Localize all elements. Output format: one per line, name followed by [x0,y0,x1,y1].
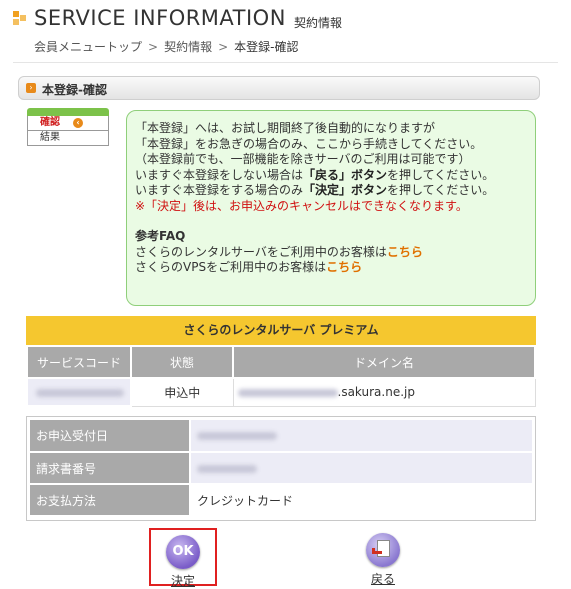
redacted-value [197,432,277,440]
status-cell: 申込中 [130,377,234,407]
faq-line: さくらのレンタルサーバをご利用中のお客様はこちら [135,245,527,261]
breadcrumb-current: 本登録-確認 [234,40,299,54]
info-emphasis: 「決定」ボタン [303,183,388,197]
step-confirm-label: 確認 [40,117,60,128]
back-document-icon [366,533,400,567]
breadcrumb-separator: > [218,40,229,54]
row-label: お支払方法 [30,484,190,517]
row-label: 請求書番号 [30,452,190,485]
breadcrumb-separator: > [148,40,159,54]
chevron-right-icon: › [26,83,36,93]
info-text: いますぐ本登録をする場合のみ [135,183,304,197]
table-row: 請求書番号 [30,452,532,485]
column-header: 状態 [130,345,234,379]
ok-icon: OK [166,535,200,569]
redacted-domain [237,388,338,397]
info-line: いますぐ本登録をしない場合は「戻る」ボタンを押してください。 [135,168,527,184]
header-divider [13,62,558,63]
step-result: 結果 [27,131,109,146]
breadcrumb-member-top[interactable]: 会員メニュートップ [34,40,142,54]
info-text: いますぐ本登録をしない場合は [135,167,304,182]
payment-method-value: クレジットカード [189,484,532,517]
faq-text: さくらのVPSをご利用中のお客様は [135,260,327,274]
details-table: お申込受付日 請求書番号 お支払方法 クレジットカード [26,416,536,521]
step-result-label: 結果 [40,132,60,143]
step-confirm: 確認 ‹ [27,116,109,131]
domain-cell: .sakura.ne.jp [232,377,536,407]
row-label: お申込受付日 [30,420,190,453]
info-text: を押してください。 [387,183,495,197]
table-row: 申込中 .sakura.ne.jp [26,377,536,407]
info-line: 「本登録」へは、お試し期間終了後自動的になりますが [135,121,436,135]
info-box: 「本登録」へは、お試し期間終了後自動的になりますが 「本登録」をお急ぎの場合のみ… [126,110,536,306]
step-indicator: 確認 ‹ 結果 [27,108,109,154]
info-line: （本登録前でも、一部機能を除きサーバのご利用は可能です） [135,152,471,166]
info-line: 「本登録」をお急ぎの場合のみ、ここから手続きしてください。 [135,136,483,151]
arrow-left-icon: ‹ [73,118,83,128]
faq-title: 参考FAQ [135,229,186,243]
back-button-label: 戻る [370,572,395,586]
faq-line: さくらのVPSをご利用中のお客様はこちら [135,260,527,276]
plan-name: さくらのレンタルサーバ プレミアム [26,316,536,345]
column-header: ドメイン名 [232,345,536,379]
faq-vps-link[interactable]: こちら [326,260,362,274]
logo-icon [13,11,27,25]
confirm-button-label: 決定 [170,574,195,588]
info-line: いますぐ本登録をする場合のみ「決定」ボタンを押してください。 [135,183,527,199]
confirm-button[interactable]: OK 決定 [149,528,217,588]
table-row: お申込受付日 [30,420,532,453]
redacted-value [197,464,257,473]
section-heading-bar: › 本登録-確認 [18,76,540,100]
plan-table: さくらのレンタルサーバ プレミアム サービスコード 状態 ドメイン名 申込中 .… [26,316,536,407]
back-button[interactable]: 戻る [352,528,414,586]
column-header: サービスコード [26,345,132,379]
application-date-value [189,420,532,453]
page-title: SERVICE INFORMATION [34,6,286,30]
table-row: お支払方法 クレジットカード [30,484,532,517]
section-heading: 本登録-確認 [42,83,107,97]
page-header: SERVICE INFORMATION 契約情報 会員メニュートップ > 契約情報 >… [0,0,571,62]
breadcrumb-contract-info[interactable]: 契約情報 [164,40,212,54]
info-text: を押してください。 [387,167,495,182]
info-emphasis: 「戻る」ボタン [303,167,388,182]
redacted-service-code [36,388,124,397]
breadcrumb: 会員メニュートップ > 契約情報 > 本登録-確認 [34,38,299,55]
step-indicator-strip [27,108,109,116]
service-code-cell [26,377,132,407]
warning-text: ※「決定」後は、お申込みのキャンセルはできなくなります。 [135,198,468,213]
table-header-row: サービスコード 状態 ドメイン名 [26,345,536,379]
faq-text: さくらのレンタルサーバをご利用中のお客様は [135,244,387,259]
faq-rental-server-link[interactable]: こちら [387,245,423,259]
page-subtitle: 契約情報 [294,16,343,30]
invoice-number-value [189,452,532,485]
plan-service-table: サービスコード 状態 ドメイン名 申込中 .sakura.ne.jp [26,345,536,407]
domain-suffix: .sakura.ne.jp [337,385,415,400]
